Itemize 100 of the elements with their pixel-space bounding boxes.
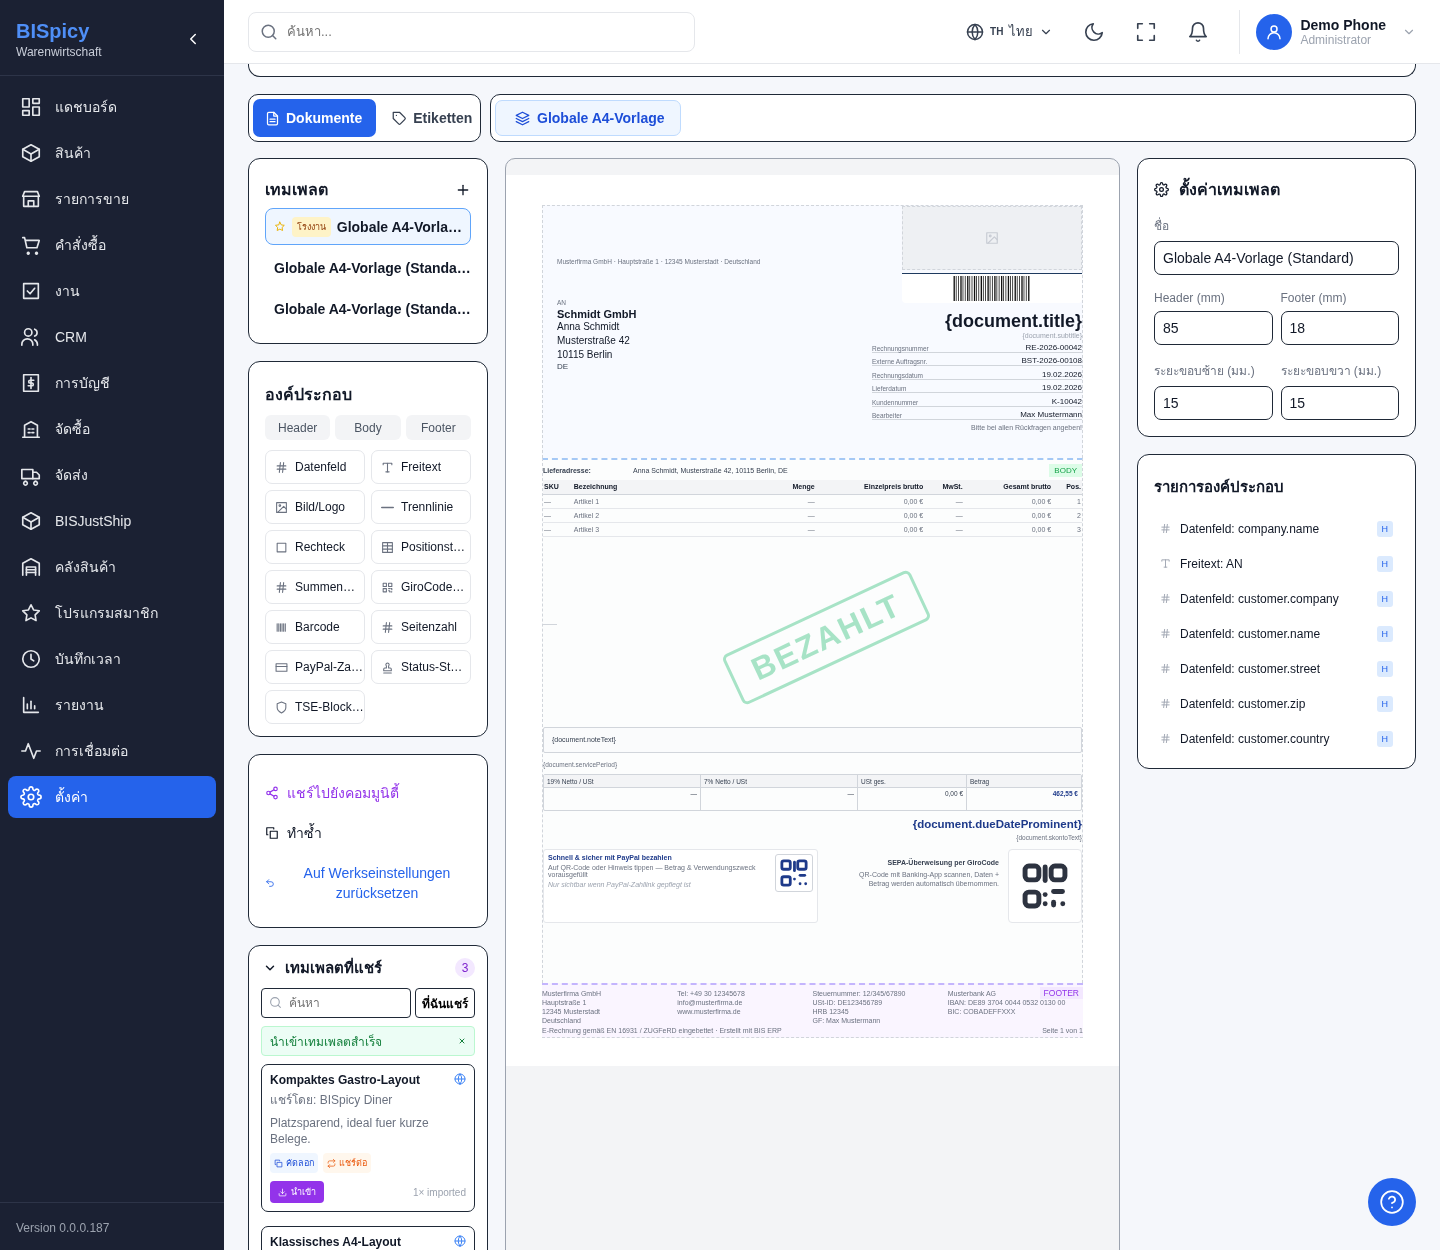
toast-message: นำเข้าเทมเพลตสำเร็จ [270, 1033, 382, 1051]
share-icon [265, 786, 279, 800]
component-button[interactable]: Freitext [371, 450, 471, 484]
element-list-item[interactable]: Freitext: AN H [1154, 546, 1399, 581]
user-icon [1265, 22, 1284, 41]
action-link[interactable]: แชร์ไปยังคอมมูนิตี้ [265, 777, 471, 809]
component-button[interactable]: Datenfeld [265, 450, 365, 484]
language-selector[interactable]: TH ไทย [966, 21, 1054, 42]
nav-item[interactable]: โปรแกรมสมาชิก [8, 592, 216, 634]
dollar-icon [20, 372, 42, 394]
nav-item[interactable]: รายการขาย [8, 178, 216, 220]
tag: คัดลอก [270, 1153, 318, 1173]
qr-code-icon [381, 580, 394, 594]
card-icon [275, 660, 288, 674]
component-button[interactable]: GiroCode… [371, 570, 471, 604]
component-button[interactable]: Rechteck [265, 530, 365, 564]
meta-value: RE-2026-00042 [1025, 342, 1082, 352]
number-field[interactable]: 15 [1154, 386, 1273, 420]
component-button[interactable]: Status-St… [371, 650, 471, 684]
table-icon [381, 540, 394, 554]
due-date: {document.dueDateProminent} [911, 817, 1082, 830]
section-badge: BODY [1049, 463, 1082, 477]
section-badge: FOOTER [1039, 987, 1083, 999]
nav-item[interactable]: บันทึกเวลา [8, 638, 216, 680]
template-chip[interactable]: Globale A4-Vorlage [495, 100, 681, 136]
action-link[interactable]: ทำซ้ำ [265, 817, 471, 849]
tab[interactable]: Dokumente [253, 99, 377, 137]
nav-item[interactable]: ตั้งค่า [8, 776, 216, 818]
star-icon [20, 602, 42, 624]
nav-item[interactable]: จัดซื้อ [8, 408, 216, 450]
close-icon[interactable] [458, 1037, 466, 1045]
nav-item[interactable]: การเชื่อมต่อ [8, 730, 216, 772]
shield-icon [275, 700, 288, 714]
template-item[interactable]: โรงงาน Globale A4-Vorla… [265, 208, 471, 245]
element-list-item[interactable]: Datenfeld: company.name H [1154, 511, 1399, 546]
panel-title: เทมเพลตที่แชร์ [285, 956, 382, 978]
template-item[interactable]: Globale A4-Vorlage (Standa… [265, 249, 471, 286]
number-field[interactable]: 18 [1280, 311, 1399, 345]
nav-item[interactable]: คลังสินค้า [8, 546, 216, 588]
line-icon [381, 505, 394, 509]
name-field[interactable]: Globale A4-Vorlage (Standard) [1154, 241, 1399, 275]
section-tab[interactable]: Body [335, 415, 401, 440]
section-badge: H [1376, 555, 1393, 572]
nav-item[interactable]: แดชบอร์ด [8, 86, 216, 128]
settings-icon [20, 786, 42, 808]
hash-icon [1160, 733, 1171, 744]
component-button[interactable]: PayPal-Za… [265, 650, 365, 684]
globe-icon [966, 22, 985, 41]
nav-item[interactable]: สินค้า [8, 132, 216, 174]
element-list-item[interactable]: Datenfeld: customer.zip H [1154, 686, 1399, 721]
filter-button[interactable]: ที่ฉันแชร์ [415, 988, 475, 1018]
undo-icon [265, 878, 275, 888]
copy-icon [265, 826, 279, 840]
nav-item[interactable]: รายงาน [8, 684, 216, 726]
component-button[interactable]: Trennlinie [371, 490, 471, 524]
search-field[interactable]: ค้นหา [261, 988, 411, 1018]
bell-icon[interactable] [1187, 20, 1210, 43]
component-button[interactable]: Bild/Logo [265, 490, 365, 524]
nav-item[interactable]: BISJustShip [8, 500, 216, 542]
nav-item[interactable]: คำสั่งซื้อ [8, 224, 216, 266]
number-field[interactable]: 85 [1154, 311, 1273, 345]
field-label: Header (mm) [1154, 291, 1226, 305]
nav-item[interactable]: งาน [8, 270, 216, 312]
import-button[interactable]: นำเข้า [270, 1181, 324, 1203]
user-menu[interactable]: Demo Phone Administrator [1256, 13, 1416, 50]
component-button[interactable]: Barcode [265, 610, 365, 644]
section-tab[interactable]: Header [265, 415, 331, 440]
component-button[interactable]: Summen… [265, 570, 365, 604]
element-list-item[interactable]: Datenfeld: customer.street H [1154, 651, 1399, 686]
element-list-item[interactable]: Datenfeld: customer.company H [1154, 581, 1399, 616]
tab[interactable]: Etiketten [380, 99, 487, 137]
qr-code-icon [1022, 862, 1068, 909]
user-role: Administrator [1300, 32, 1373, 47]
template-badge: โรงงาน [291, 216, 331, 237]
nav-item[interactable]: CRM [8, 316, 216, 358]
component-button[interactable]: TSE-Block… [265, 690, 365, 724]
nav-item[interactable]: จัดส่ง [8, 454, 216, 496]
box-icon [20, 510, 42, 532]
template-title: Kompaktes Gastro-Layout [270, 1073, 421, 1087]
clock-icon [20, 648, 42, 670]
moon-icon[interactable] [1083, 20, 1106, 43]
fullscreen-icon[interactable] [1135, 20, 1158, 43]
number-field[interactable]: 15 [1280, 386, 1399, 420]
action-link[interactable]: Auf Werkseinstellungen zurücksetzen [265, 863, 471, 903]
address-line: Musterstraße 42 [557, 334, 631, 348]
template-item[interactable]: Globale A4-Vorlage (Standa… [265, 290, 471, 327]
meta-value: 19.02.2026 [1041, 383, 1082, 392]
nav-item[interactable]: การบัญชี [8, 362, 216, 404]
tag-icon [392, 110, 408, 126]
component-button[interactable]: Positionst… [371, 530, 471, 564]
repeat-icon [327, 1158, 336, 1168]
component-button[interactable]: Seitenzahl [371, 610, 471, 644]
section-badge: H [1376, 590, 1393, 607]
section-tab[interactable]: Footer [405, 415, 471, 440]
section-badge: H [1376, 625, 1393, 642]
element-list-item[interactable]: Datenfeld: customer.name H [1154, 616, 1399, 651]
element-list-item[interactable]: Datenfeld: customer.country H [1154, 721, 1399, 756]
globe-icon [454, 1073, 466, 1085]
text-icon [1160, 558, 1171, 569]
shared-by-text: แชร์โดย: BISpicy Diner [270, 1092, 394, 1109]
